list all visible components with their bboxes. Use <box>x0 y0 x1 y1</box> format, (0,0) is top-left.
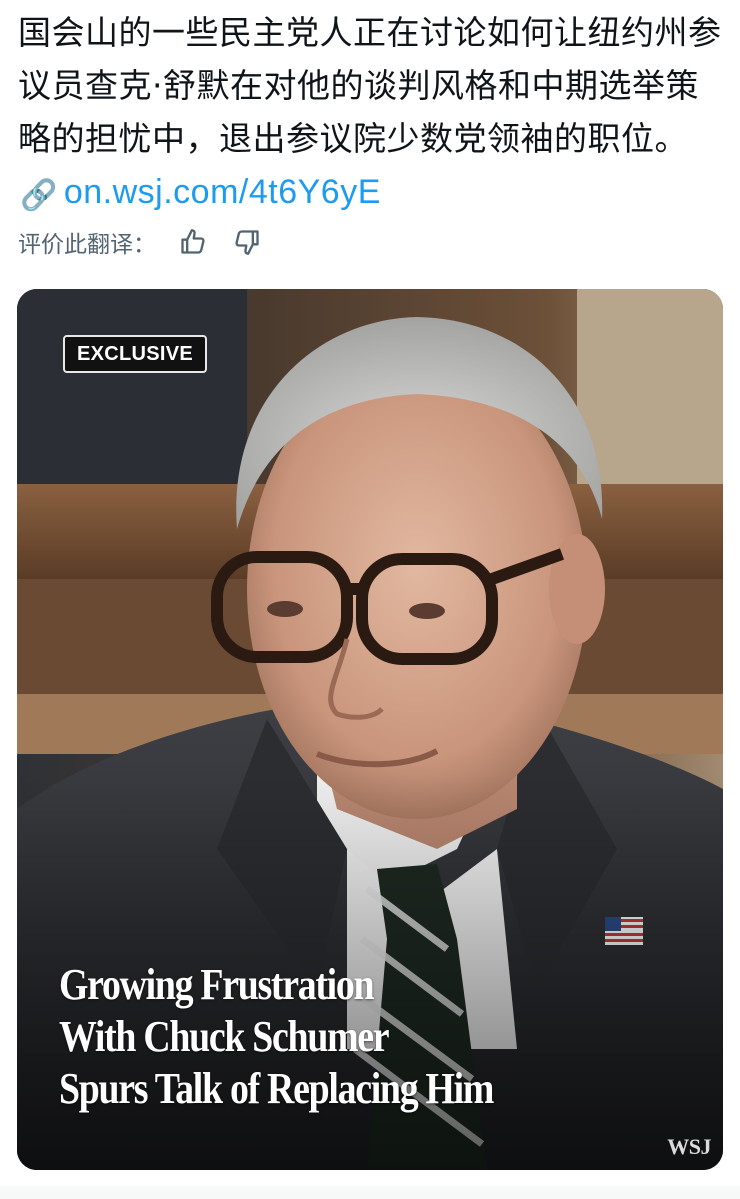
translation-rating: 评价此翻译： <box>18 222 264 262</box>
bottom-divider <box>0 1186 740 1199</box>
headline-line: Spurs Talk of Replacing Him <box>59 1064 494 1113</box>
headline-line: Growing Frustration <box>59 960 375 1009</box>
rating-label: 评价此翻译： <box>18 232 156 258</box>
article-image-card[interactable]: EXCLUSIVE Growing Frustration With Chuck… <box>17 289 723 1170</box>
post-body: 国会山的一些民主党人正在讨论如何让纽约州参议员查克·舒默在对他的谈判风格和中期选… <box>18 6 722 222</box>
post-text: 国会山的一些民主党人正在讨论如何让纽约州参议员查克·舒默在对他的谈判风格和中期选… <box>18 13 722 158</box>
thumbs-up-icon[interactable] <box>176 225 210 259</box>
headline-line: With Chuck Schumer <box>59 1012 390 1061</box>
post-page: 国会山的一些民主党人正在讨论如何让纽约州参议员查克·舒默在对他的谈判风格和中期选… <box>0 0 740 1199</box>
article-headline: Growing Frustration With Chuck Schumer S… <box>59 959 541 1115</box>
thumbs-down-icon[interactable] <box>230 225 264 259</box>
wsj-logo: WSJ <box>667 1134 711 1159</box>
post-link[interactable]: on.wsj.com/4t6Y6yE <box>64 173 381 211</box>
exclusive-badge: EXCLUSIVE <box>63 335 208 373</box>
link-icon: 🔗 <box>20 178 58 213</box>
